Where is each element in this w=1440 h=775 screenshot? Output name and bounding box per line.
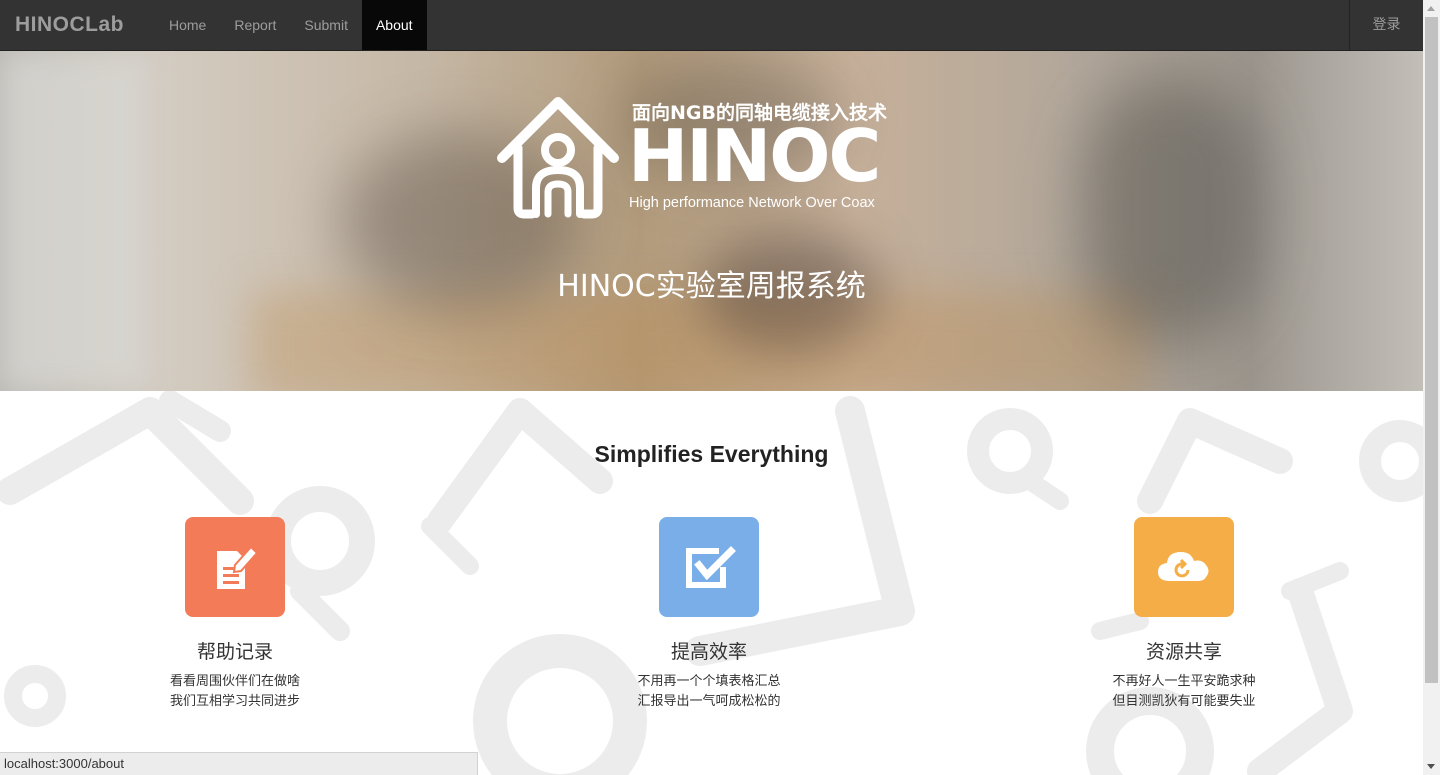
scroll-up-arrow-icon[interactable]: [1427, 6, 1435, 11]
logo-wordmark: HINOC: [628, 114, 881, 198]
top-navbar: HINOCLab Home Report Submit About 登录: [0, 0, 1423, 51]
feature-desc-line: 看看周围伙伴们在做啥: [169, 674, 300, 689]
nav-links: Home Report Submit About: [155, 0, 427, 50]
nav-report[interactable]: Report: [220, 0, 290, 50]
feature-efficiency: 提高效率 不用再一个个填表格汇总 汇报导出一气呵成松松的: [609, 517, 809, 712]
browser-status-bar: localhost:3000/about: [0, 752, 478, 775]
section-title: Simplifies Everything: [594, 441, 829, 467]
feature-share: 资源共享 不再好人一生平安跪求种 但目测凯狄有可能要失业: [1084, 517, 1284, 712]
scroll-down-arrow-icon[interactable]: [1427, 764, 1435, 769]
nav-home[interactable]: Home: [155, 0, 220, 50]
brand-logo[interactable]: HINOCLab: [0, 0, 139, 50]
feature-desc-line: 但目测凯狄有可能要失业: [1112, 694, 1256, 709]
feature-record: 帮助记录 看看周围伙伴们在做啥 我们互相学习共同进步: [135, 517, 335, 712]
cloud-sync-icon: [1134, 517, 1234, 617]
edit-document-icon: [185, 517, 285, 617]
login-link[interactable]: 登录: [1349, 0, 1423, 50]
checkbox-icon: [659, 517, 759, 617]
hinoc-logo: 面向NGB的同轴电缆接入技术 HINOC High performance Ne…: [494, 96, 919, 219]
feature-desc-line: 汇报导出一气呵成松松的: [637, 694, 781, 709]
feature-desc-line: 不用再一个个填表格汇总: [637, 674, 781, 689]
feature-desc-line: 不再好人一生平安跪求种: [1112, 674, 1256, 689]
hero-banner: 面向NGB的同轴电缆接入技术 HINOC High performance Ne…: [0, 51, 1423, 391]
features-section: Simplifies Everything 帮助记录 看看周围伙伴们在做啥 我们…: [0, 391, 1423, 775]
nav-about[interactable]: About: [361, 0, 427, 50]
feature-title: 帮助记录: [196, 641, 273, 663]
nav-submit[interactable]: Submit: [290, 0, 362, 50]
house-icon: [497, 97, 619, 219]
vertical-scrollbar[interactable]: [1423, 0, 1440, 775]
scrollbar-thumb[interactable]: [1425, 17, 1438, 683]
feature-title: 资源共享: [1145, 641, 1222, 663]
hero-title: HINOC实验室周报系统: [557, 269, 866, 304]
feature-desc-line: 我们互相学习共同进步: [169, 694, 300, 709]
feature-title: 提高效率: [670, 641, 747, 663]
logo-subtitle: High performance Network Over Coax: [629, 195, 875, 211]
